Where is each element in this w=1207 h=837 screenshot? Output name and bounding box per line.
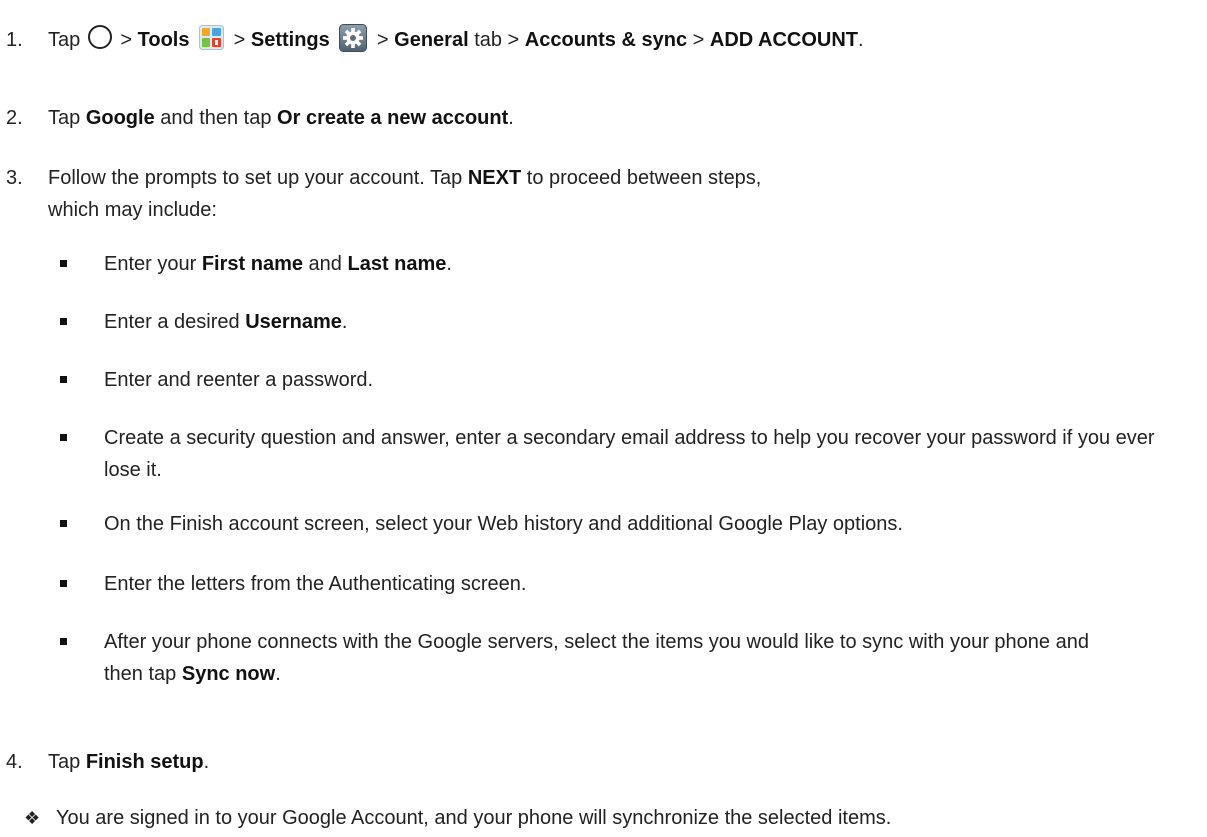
step-number: 4. <box>6 751 23 773</box>
square-bullet-icon <box>60 638 67 645</box>
settings-label: Settings <box>250 29 330 51</box>
step-number: 2. <box>6 107 23 129</box>
square-bullet-icon <box>60 318 67 325</box>
step-number: 3. <box>6 167 23 189</box>
add-account-label: ADD ACCOUNT <box>709 29 859 51</box>
step-text: Follow the prompts to set up your accoun… <box>48 167 762 221</box>
square-bullet-icon <box>60 580 67 587</box>
square-bullet-icon <box>60 434 67 441</box>
home-circle-icon <box>87 25 112 49</box>
square-bullet-icon <box>60 376 67 383</box>
square-bullet-icon <box>60 260 67 267</box>
create-account-label: Or create a new account <box>277 107 509 129</box>
square-bullet-icon <box>60 520 67 527</box>
next-label: NEXT <box>467 167 522 189</box>
step-text: Tap > Tools > Settings > General tab > A… <box>48 24 1190 56</box>
step-text: Tap Google and then tap Or create a new … <box>48 107 514 129</box>
step-text: Tap Finish setup. <box>48 751 210 773</box>
accounts-sync-label: Accounts & sync <box>524 29 688 51</box>
google-label: Google <box>85 107 155 129</box>
tools-label: Tools <box>137 29 190 51</box>
finish-setup-label: Finish setup <box>85 751 204 773</box>
step-number: 1. <box>6 29 23 51</box>
tools-folder-icon <box>199 25 225 50</box>
diamond-bullet-icon: ❖ <box>24 808 41 828</box>
instruction-document: 1. Tap > Tools > Settings > General tab … <box>0 0 1207 837</box>
settings-gear-icon <box>339 24 368 52</box>
general-label: General <box>394 29 469 51</box>
